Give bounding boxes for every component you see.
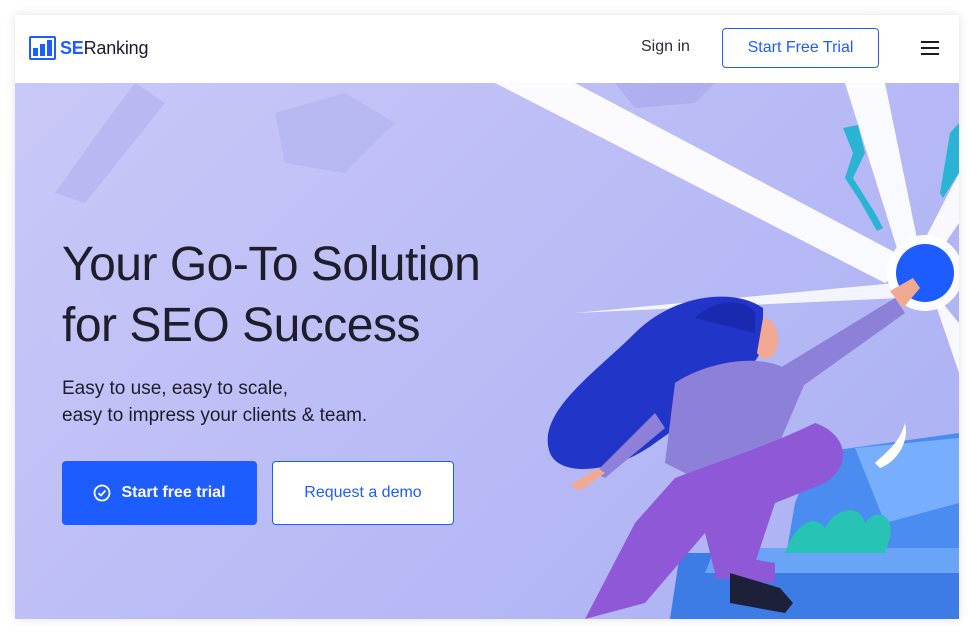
se-ranking-logo[interactable]: SERanking xyxy=(29,36,148,60)
start-free-trial-cta-label: Start free trial xyxy=(121,484,226,501)
headline-line-2: for SEO Success xyxy=(62,299,420,352)
bar-chart-logo-icon xyxy=(29,36,56,60)
headline-line-1: Your Go-To Solution xyxy=(62,238,481,291)
start-free-trial-button[interactable]: Start Free Trial xyxy=(722,28,879,68)
start-free-trial-cta-button[interactable]: Start free trial xyxy=(62,461,257,525)
request-demo-button[interactable]: Request a demo xyxy=(272,461,454,525)
logo-wordmark: SERanking xyxy=(60,38,148,59)
top-navigation-bar: SERanking Sign in Start Free Trial xyxy=(15,15,959,83)
logo-se-text: SE xyxy=(60,37,84,58)
subheading-line-1: Easy to use, easy to scale, xyxy=(62,378,289,399)
sign-in-link[interactable]: Sign in xyxy=(641,38,690,56)
subheading-line-2: easy to impress your clients & team. xyxy=(62,405,368,426)
hero-subheading: Easy to use, easy to scale, easy to impr… xyxy=(62,375,482,429)
hero-headline: Your Go-To Solution for SEO Success xyxy=(62,234,582,356)
hamburger-menu-icon[interactable] xyxy=(921,41,939,55)
page-frame: SERanking Sign in Start Free Trial Your … xyxy=(15,15,959,619)
hero-section: Your Go-To Solution for SEO Success Easy… xyxy=(15,83,959,619)
logo-ranking-text: Ranking xyxy=(83,37,149,58)
check-circle-icon xyxy=(94,484,111,502)
